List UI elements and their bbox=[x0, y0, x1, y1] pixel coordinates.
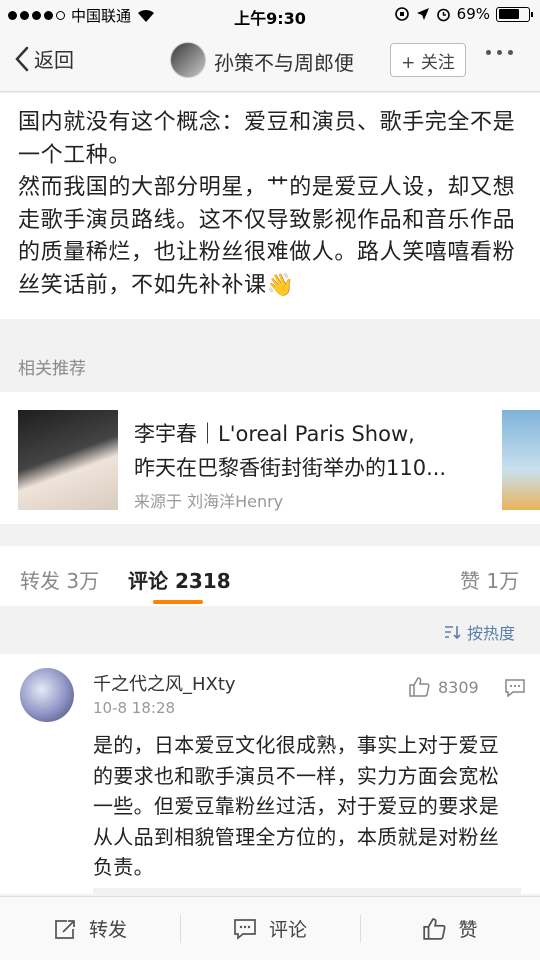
comment-button[interactable]: 评论 bbox=[180, 897, 360, 960]
like-label: 赞 bbox=[458, 919, 478, 941]
comment-label: 评论 bbox=[268, 919, 307, 941]
comment-text: 是的，日本爱豆文化很成熟，事实上对于爱豆的要求也和歌手演员不一样，实力方面会宽松… bbox=[93, 733, 499, 879]
bottom-action-bar: 转发 评论 赞 bbox=[0, 896, 540, 960]
comment-item: 千之代之风_HXty 10-8 18:28 8309 是的，日本爱豆文化很成熟，… bbox=[0, 654, 540, 898]
active-tab-indicator bbox=[153, 600, 203, 604]
post-paragraph: 然而我国的大部分明星，艹的是爱豆人设，却又想走歌手演员路线。这不仅导致影视作品和… bbox=[18, 175, 516, 298]
chevron-left-icon bbox=[15, 46, 29, 71]
related-title-line2: 昨天在巴黎香街封街举办的110... bbox=[134, 456, 447, 480]
reply-icon bbox=[505, 679, 525, 698]
back-label: 返回 bbox=[34, 48, 74, 72]
like-button[interactable]: 赞 bbox=[360, 897, 540, 960]
comment-like-count: 8309 bbox=[438, 677, 479, 697]
post-body: 国内就没有这个概念：爱豆和演员、歌手完全不是一个工种。 然而我国的大部分明星，艹… bbox=[0, 93, 540, 319]
related-title-line1: 李宇春｜L'oreal Paris Show, bbox=[134, 422, 415, 446]
tab-repost[interactable]: 转发 3万 bbox=[20, 565, 99, 594]
follow-button[interactable]: + 关注 bbox=[390, 43, 466, 77]
related-card[interactable]: 李宇春｜L'oreal Paris Show, 昨天在巴黎香街封街举办的110.… bbox=[0, 392, 540, 524]
comment-like-button[interactable]: 8309 bbox=[408, 676, 479, 698]
sort-by-heat-button[interactable]: 按热度 bbox=[444, 620, 515, 644]
comment-reply-button[interactable] bbox=[504, 678, 526, 702]
related-thumbnail[interactable] bbox=[18, 410, 118, 510]
related-section-label: 相关推荐 bbox=[18, 359, 86, 379]
alarm-icon bbox=[436, 8, 450, 21]
post-paragraph: 国内就没有这个概念：爱豆和演员、歌手完全不是一个工种。 bbox=[18, 110, 516, 168]
back-button[interactable]: 返回 bbox=[14, 44, 74, 73]
commenter-avatar[interactable] bbox=[20, 668, 74, 722]
comment-time: 10-8 18:28 bbox=[93, 699, 176, 717]
location-icon bbox=[416, 8, 429, 20]
battery-percent: 69% bbox=[456, 5, 490, 23]
repost-icon bbox=[55, 919, 75, 939]
sort-icon bbox=[445, 626, 461, 640]
thumbs-up-icon bbox=[423, 917, 447, 940]
status-bar: 中国联通 上午9:30 69% bbox=[0, 0, 540, 30]
nav-bar: 返回 孙策不与周郎便 + 关注 bbox=[0, 30, 540, 92]
battery-icon bbox=[496, 6, 533, 22]
status-right: 69% bbox=[394, 5, 533, 23]
rotation-lock-icon bbox=[394, 7, 409, 21]
author-avatar[interactable] bbox=[170, 42, 206, 78]
interaction-tabs: 转发 3万 评论 2318 赞 1万 bbox=[0, 546, 540, 606]
repost-label: 转发 bbox=[88, 919, 127, 941]
commenter-name[interactable]: 千之代之风_HXty bbox=[93, 670, 236, 696]
related-next-thumbnail[interactable] bbox=[502, 410, 540, 510]
author-name[interactable]: 孙策不与周郎便 bbox=[214, 47, 354, 76]
related-source: 来源于 刘海洋Henry bbox=[134, 492, 284, 511]
comment-icon bbox=[234, 918, 256, 940]
sort-label: 按热度 bbox=[467, 624, 516, 643]
more-icon[interactable] bbox=[486, 50, 513, 55]
repost-button[interactable]: 转发 bbox=[0, 897, 180, 960]
tab-comments[interactable]: 评论 2318 bbox=[128, 565, 231, 594]
tab-likes[interactable]: 赞 1万 bbox=[460, 565, 519, 594]
thumbs-up-icon bbox=[409, 677, 430, 697]
